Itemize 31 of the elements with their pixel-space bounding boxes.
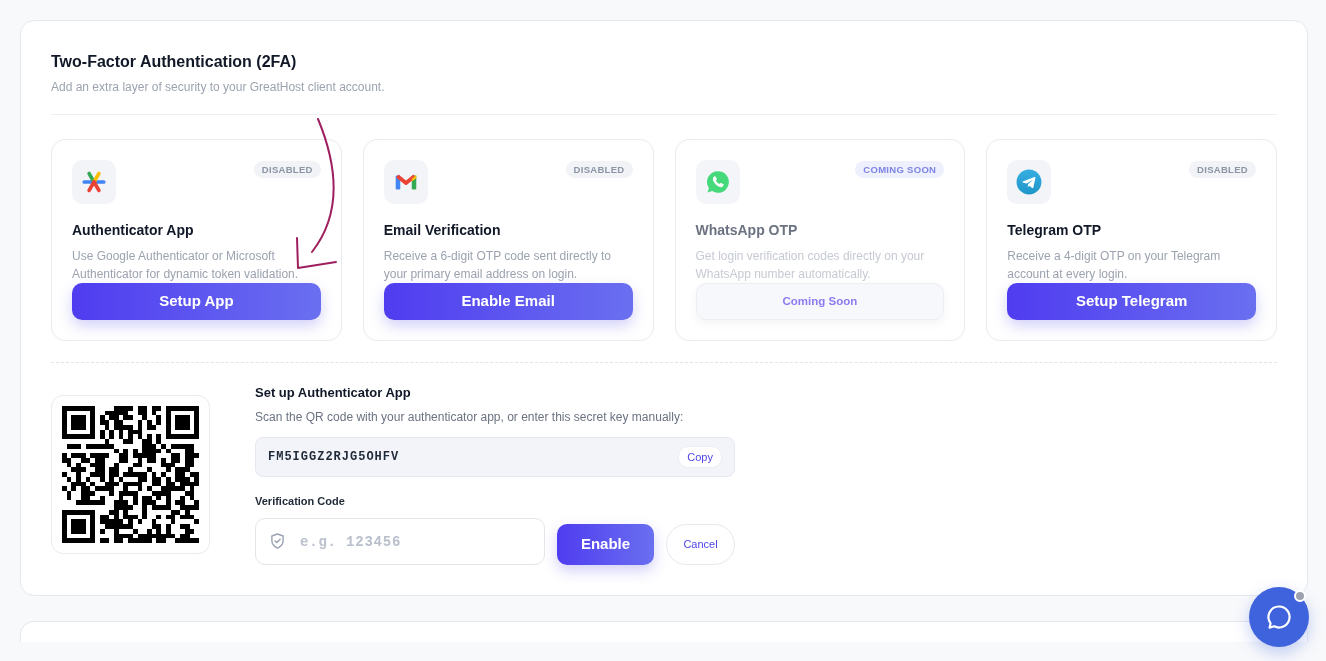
paper-plane-icon — [1007, 160, 1052, 204]
phone-bubble-icon — [695, 160, 740, 204]
method-description: Use Google Authenticator or Microsoft Authenticator for dynamic token validation. — [72, 248, 300, 283]
method-description: Receive a 6-digit OTP code sent directly to your primary email address on login. — [383, 248, 612, 283]
status-badge: DISABLED — [1189, 161, 1256, 178]
status-badge: DISABLED — [565, 161, 633, 178]
method-title: WhatsApp OTP — [695, 221, 799, 239]
setup-instructions: Scan the QR code with your authenticator app, or enter this secret key manually: — [255, 409, 685, 425]
action-button[interactable]: Enable Email — [383, 283, 633, 320]
status-badge: DISABLED — [253, 161, 321, 178]
setup-title: Set up Authenticator App — [255, 385, 412, 401]
shield-icon — [270, 533, 285, 549]
method-title: Authenticator App — [72, 221, 195, 239]
method-description: Receive a 4-digit OTP on your Telegram account at every login. — [1007, 248, 1222, 283]
section-subtitle: Add an extra layer of security to your GreatHost client account. — [51, 79, 386, 95]
code-input-field[interactable]: e.g. 123456 — [255, 518, 545, 565]
asterisk-logo-icon — [72, 160, 116, 204]
copy-button[interactable]: Copy — [678, 446, 722, 468]
method-title: Telegram OTP — [1007, 221, 1103, 239]
secret-key-text: FM5IGGZ2RJG5OHFV — [268, 449, 400, 466]
method-description: Get login verification codes directly on your WhatsApp number automatically. — [695, 248, 926, 283]
section-title: Two-Factor Authentication (2FA) — [51, 52, 298, 72]
action-button[interactable]: Setup App — [72, 283, 321, 320]
status-badge: COMING SOON — [855, 161, 945, 178]
chat-bubble-icon — [1265, 603, 1293, 631]
action-button[interactable]: Setup Telegram — [1007, 283, 1256, 320]
m-logo-icon — [383, 160, 428, 204]
method-title: Email Verification — [383, 221, 502, 239]
cancel-button[interactable]: Cancel — [666, 524, 735, 565]
field-label: Verification Code — [255, 494, 346, 508]
enable-button[interactable]: Enable — [557, 524, 654, 565]
